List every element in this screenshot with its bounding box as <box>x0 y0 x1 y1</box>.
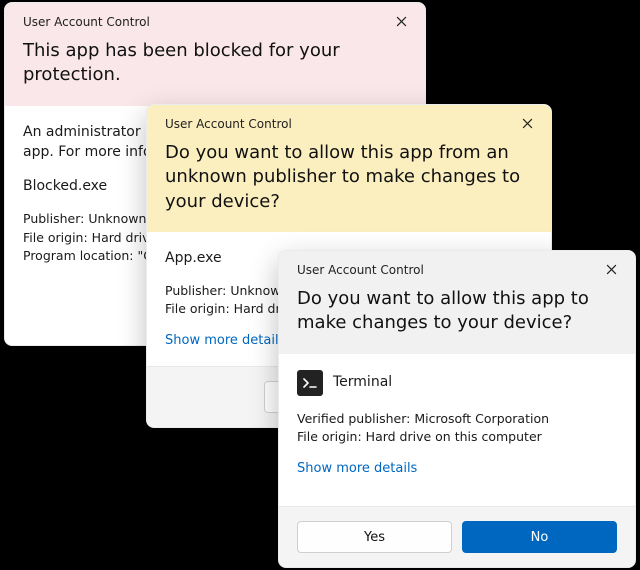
close-icon <box>396 16 407 27</box>
button-bar: Yes No <box>279 506 635 567</box>
close-button[interactable] <box>509 109 545 137</box>
uac-headline: This app has been blocked for your prote… <box>23 39 407 88</box>
uac-body: Terminal Verified publisher: Microsoft C… <box>279 354 635 506</box>
app-row: Terminal <box>297 370 617 396</box>
close-button[interactable] <box>593 255 629 283</box>
uac-headline: Do you want to allow this app from an un… <box>165 141 533 214</box>
uac-title: User Account Control <box>23 15 407 29</box>
close-icon <box>522 118 533 129</box>
app-name: Terminal <box>333 372 392 392</box>
uac-header: User Account Control This app has been b… <box>5 3 425 106</box>
close-icon <box>606 264 617 275</box>
uac-headline: Do you want to allow this app to make ch… <box>297 287 617 336</box>
no-button[interactable]: No <box>462 521 617 553</box>
uac-header: User Account Control Do you want to allo… <box>147 105 551 232</box>
uac-trusted-dialog: User Account Control Do you want to allo… <box>278 250 636 568</box>
uac-title: User Account Control <box>165 117 533 131</box>
uac-header: User Account Control Do you want to allo… <box>279 251 635 354</box>
show-more-link[interactable]: Show more details <box>165 332 285 351</box>
app-meta: Verified publisher: Microsoft Corporatio… <box>297 410 617 446</box>
show-more-link[interactable]: Show more details <box>297 460 417 479</box>
origin-line: File origin: Hard drive on this computer <box>297 428 617 446</box>
terminal-icon <box>297 370 323 396</box>
uac-title: User Account Control <box>297 263 617 277</box>
close-button[interactable] <box>383 7 419 35</box>
publisher-line: Verified publisher: Microsoft Corporatio… <box>297 410 617 428</box>
yes-button[interactable]: Yes <box>297 521 452 553</box>
